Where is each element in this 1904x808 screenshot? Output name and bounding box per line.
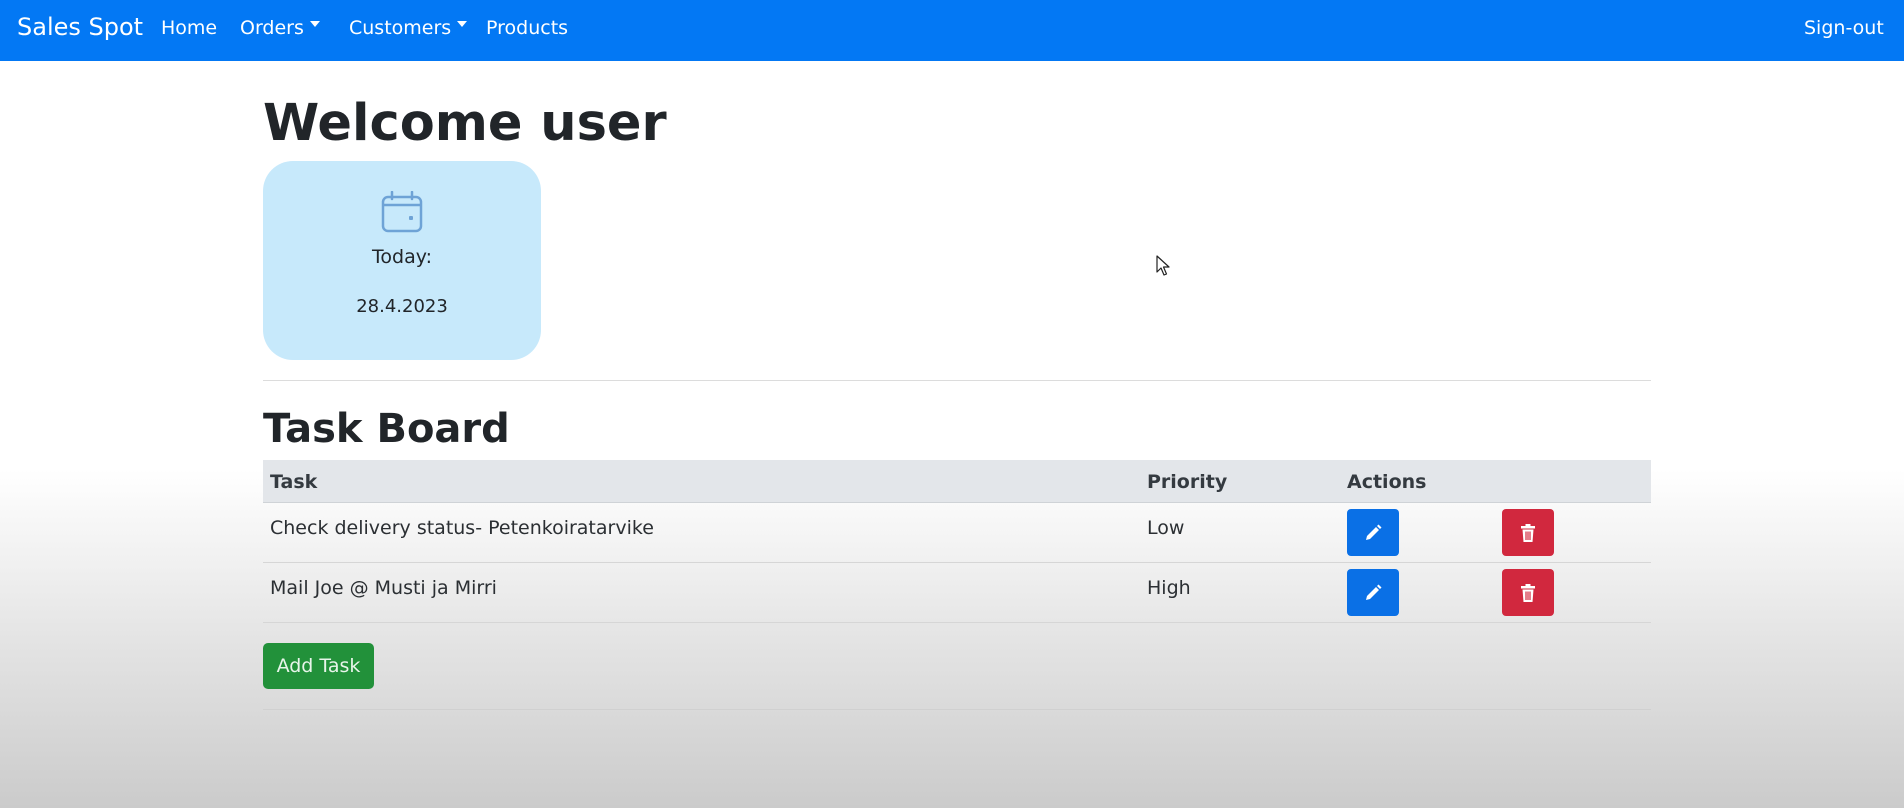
pencil-icon — [1366, 524, 1382, 540]
delete-task-button[interactable] — [1502, 569, 1554, 616]
trash-icon — [1521, 523, 1535, 542]
trash-icon — [1521, 583, 1535, 602]
divider — [263, 709, 1651, 710]
caret-down-icon — [457, 21, 468, 27]
today-date: 28.4.2023 — [356, 296, 448, 317]
mouse-cursor-icon — [1156, 255, 1170, 276]
divider — [263, 380, 1651, 381]
nav-orders-label: Orders — [240, 17, 304, 39]
table-row: Mail Joe @ Musti ja Mirri High — [263, 563, 1651, 623]
table-row: Check delivery status- Petenkoiratarvike… — [263, 503, 1651, 563]
column-header-priority: Priority — [1147, 471, 1228, 493]
task-board-title: Task Board — [263, 406, 510, 452]
nav-home[interactable]: Home — [161, 17, 217, 39]
page-title: Welcome user — [263, 94, 667, 153]
today-label: Today: — [372, 246, 432, 268]
column-header-task: Task — [270, 471, 318, 493]
brand-link[interactable]: Sales Spot — [17, 13, 143, 41]
calendar-icon — [381, 191, 423, 233]
task-cell: Check delivery status- Petenkoiratarvike — [270, 517, 654, 539]
top-navbar: Sales Spot Home Orders Customers Product… — [0, 0, 1904, 61]
edit-task-button[interactable] — [1347, 509, 1399, 556]
nav-orders-dropdown[interactable]: Orders — [240, 17, 320, 39]
edit-task-button[interactable] — [1347, 569, 1399, 616]
nav-customers-dropdown[interactable]: Customers — [349, 17, 468, 39]
nav-products-label: Products — [486, 17, 569, 39]
nav-customers-label: Customers — [349, 17, 452, 39]
caret-down-icon — [309, 21, 320, 27]
priority-cell: High — [1147, 577, 1191, 599]
today-card: Today: 28.4.2023 — [263, 161, 541, 360]
priority-cell: Low — [1147, 517, 1185, 539]
task-cell: Mail Joe @ Musti ja Mirri — [270, 577, 497, 599]
column-header-actions: Actions — [1347, 471, 1427, 493]
delete-task-button[interactable] — [1502, 509, 1554, 556]
nav-products[interactable]: Products — [486, 17, 568, 39]
pencil-icon — [1366, 584, 1382, 600]
table-header: Task Priority Actions — [263, 460, 1651, 503]
nav-home-label: Home — [161, 17, 218, 39]
signout-link[interactable]: Sign-out — [1804, 17, 1884, 39]
signout-label: Sign-out — [1804, 17, 1884, 39]
add-task-button[interactable]: Add Task — [263, 643, 374, 689]
